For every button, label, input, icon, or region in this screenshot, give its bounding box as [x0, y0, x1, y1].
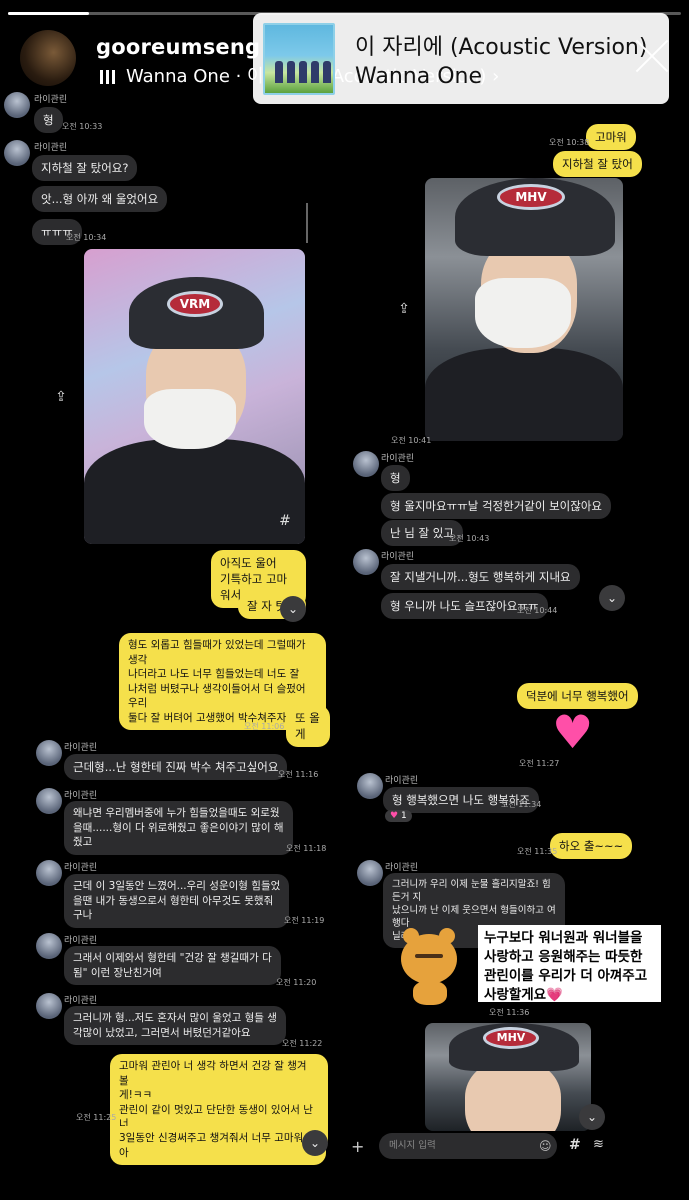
chat-bubble-mine: 3일동안 신경써주고 챙겨줘서 너무 고마워 아 — [110, 1126, 326, 1165]
contact-avatar — [4, 92, 30, 118]
contact-avatar — [357, 860, 383, 886]
hash-icon[interactable]: # — [569, 1137, 581, 1153]
message-time: 오전 11:06 — [244, 722, 285, 731]
scroll-down-button[interactable]: ⌄ — [302, 1130, 328, 1156]
chat-bubble: 잘 지낼거니까...형도 행복하게 지내요 — [381, 564, 580, 590]
message-time: 오전 10:43 — [449, 534, 490, 543]
contact-avatar — [36, 993, 62, 1019]
sender-name: 라이관린 — [34, 95, 68, 105]
right-chat-screenshot: 고마워 오전 10:38 지하철 잘 탔어 ⇪ MHV 오전 10:41 라이관… — [345, 88, 675, 1168]
message-time: 오전 11:16 — [278, 770, 319, 779]
message-time: 오전 10:41 — [391, 436, 432, 445]
voice-icon[interactable]: ≋ — [593, 1137, 604, 1152]
chat-bubble: 형 울지마요ㅠㅠ날 걱정한거같이 보이잖아요 — [381, 493, 611, 519]
chat-bubble: 그러니까 형...저도 혼자서 많이 울었고 형들 생 각많이 났었고, 그러면… — [64, 1006, 286, 1045]
chat-bubble: 지하철 잘 탔어요? — [32, 155, 138, 181]
sender-name: 라이관린 — [385, 863, 419, 873]
caption-text: 누구보다 워너원과 워너블을 사랑하고 응원해주는 따듯한 관린이를 우리가 더… — [478, 925, 661, 1003]
contact-avatar — [36, 933, 62, 959]
message-time: 오전 11:36 — [489, 1008, 530, 1017]
message-time: 오전 11:27 — [519, 759, 560, 768]
sender-name: 라이관린 — [64, 791, 98, 801]
message-time: 오전 11:22 — [282, 1039, 323, 1048]
contact-avatar — [36, 860, 62, 886]
sender-name: 라이관린 — [385, 776, 419, 786]
share-icon[interactable]: ⇪ — [50, 386, 72, 408]
reaction-badge[interactable]: ♥ 1 — [385, 810, 412, 822]
scroll-down-button[interactable]: ⌄ — [579, 1104, 605, 1130]
contact-avatar — [36, 740, 62, 766]
chat-bubble-mine: 고마워 — [586, 124, 636, 150]
emoji-icon[interactable]: ☺ — [539, 1139, 552, 1153]
song-title: 이 자리에 (Acoustic Version) — [355, 35, 648, 60]
chat-bubble: 그래서 이제와서 형한테 "건강 잘 챙길때가 다 됨" 이런 장난친거여 — [64, 946, 281, 985]
contact-avatar — [4, 140, 30, 166]
message-input-bar: + 메시지 입력 ☺ # ≋ — [351, 1133, 669, 1159]
contact-avatar — [353, 549, 379, 575]
message-time: 오전 10:34 — [66, 233, 107, 242]
cap-logo: VRM — [167, 291, 223, 317]
username[interactable]: gooreumseng — [96, 35, 260, 59]
cap-logo: MHV — [497, 184, 565, 210]
contact-avatar — [357, 773, 383, 799]
scroll-indicator — [306, 203, 308, 243]
story-progress-fill — [8, 12, 89, 15]
album-cover — [263, 23, 335, 95]
avatar[interactable] — [20, 30, 76, 86]
message-input[interactable]: 메시지 입력 — [379, 1133, 557, 1159]
message-time: 오전 11:34 — [501, 800, 542, 809]
message-time: 오전 11:20 — [276, 978, 317, 987]
sender-name: 라이관린 — [64, 863, 98, 873]
save-photo-icon[interactable]: # — [274, 510, 296, 532]
sender-name: 라이관린 — [64, 936, 98, 946]
photo-message[interactable]: VRM — [84, 249, 305, 544]
chat-bubble: 근데형...난 형한테 진짜 박수 쳐주고싶어요 — [64, 754, 288, 780]
sender-name: 라이관린 — [381, 454, 415, 464]
sender-name: 라이관린 — [381, 552, 415, 562]
contact-avatar — [36, 788, 62, 814]
message-time: 오전 10:44 — [517, 606, 558, 615]
chat-bubble: 앗...형 아까 왜 울었어요 — [32, 186, 168, 212]
chat-bubble: 근데 이 3일동안 느꼈어...우리 성운이형 힘들었 을땐 내가 동생으로서 … — [64, 874, 290, 928]
sender-name: 라이관린 — [34, 143, 68, 153]
scroll-down-button[interactable]: ⌄ — [599, 585, 625, 611]
cap-logo: MHV — [483, 1027, 539, 1049]
song-artist: Wanna One — [355, 64, 482, 89]
sender-name: 라이관린 — [64, 743, 98, 753]
ryan-sticker-icon — [395, 926, 465, 1006]
sender-name: 라이관린 — [64, 996, 98, 1006]
message-time: 오전 10:33 — [62, 122, 103, 131]
chat-bubble-mine: 또 올게 — [286, 705, 330, 747]
heart-emoji-icon: ♥ — [552, 705, 594, 759]
message-time: 오전 11:35 — [517, 847, 558, 856]
reaction-count: 1 — [400, 811, 407, 821]
chat-bubble: 형 — [34, 107, 63, 133]
chat-bubble: 형 — [381, 465, 410, 491]
chat-bubble-mine: 하오 출~~~ — [550, 833, 633, 859]
chat-bubble-mine: 지하철 잘 탔어 — [553, 151, 642, 177]
contact-avatar — [353, 451, 379, 477]
photo-message[interactable]: MHV — [425, 178, 623, 441]
scroll-down-button[interactable]: ⌄ — [280, 596, 306, 622]
message-time: 오전 11:25 — [76, 1113, 117, 1122]
close-icon[interactable] — [634, 37, 672, 75]
chat-bubble: 왜냐면 우리멤버중에 누가 힘들었을때도 외로웠 을때......형이 다 위로… — [64, 801, 293, 855]
message-time: 오전 10:38 — [549, 138, 590, 147]
left-chat-screenshot: 라이관린 형 오전 10:33 라이관린 지하철 잘 탔어요? 앗...형 아까… — [0, 88, 330, 1168]
share-icon[interactable]: ⇪ — [393, 298, 415, 320]
message-time: 오전 11:18 — [286, 844, 327, 853]
music-bars-icon — [100, 68, 118, 89]
message-time: 오전 11:19 — [284, 916, 325, 925]
photo-message[interactable]: MHV — [425, 1023, 591, 1131]
plus-icon[interactable]: + — [351, 1137, 364, 1156]
heart-reaction-icon: ♥ — [390, 811, 399, 821]
